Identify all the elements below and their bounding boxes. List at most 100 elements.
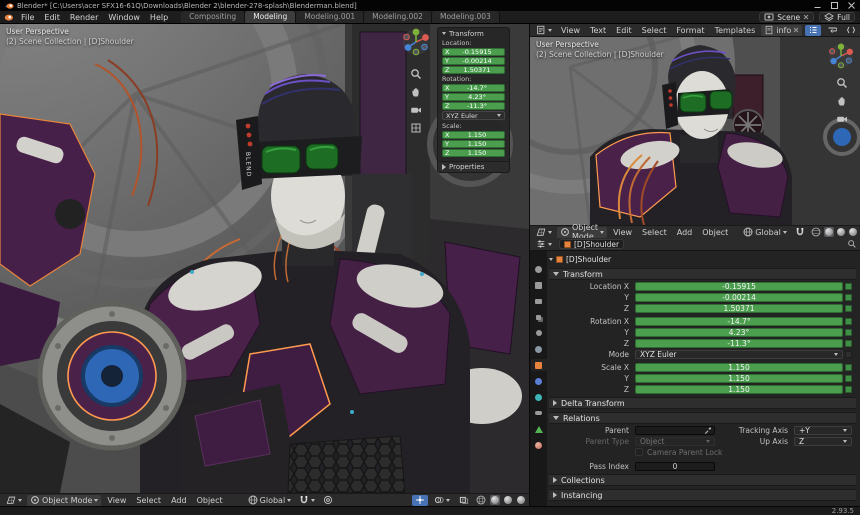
scale-z-slider[interactable]: 1.150	[635, 385, 843, 394]
mode-selector-right[interactable]: Object Mode	[557, 227, 607, 238]
properties-tab-view-layer[interactable]	[531, 311, 547, 323]
text-format-menu[interactable]: Format	[672, 26, 708, 35]
close-button[interactable]	[843, 0, 860, 11]
instancing-panel-header[interactable]: Instancing	[549, 489, 856, 501]
zoom-icon[interactable]	[410, 68, 422, 80]
minimize-button[interactable]	[809, 0, 826, 11]
mode-selector-left[interactable]: Object Mode	[27, 495, 101, 506]
move-view-hand-icon[interactable]	[836, 95, 848, 107]
location-x-slider[interactable]: -0.15915	[635, 282, 843, 291]
properties-tab-object[interactable]	[531, 359, 547, 371]
shading-wireframe[interactable]	[475, 494, 487, 506]
rotation-y-slider[interactable]: 4.23°	[635, 328, 843, 337]
menu-window[interactable]: Window	[103, 13, 145, 22]
view-menu[interactable]: View	[103, 496, 130, 505]
snap-toggle[interactable]	[296, 495, 318, 506]
unlink-scene-icon[interactable]	[803, 14, 809, 20]
properties-search-button[interactable]	[847, 239, 857, 249]
add-menu-right[interactable]: Add	[673, 228, 697, 237]
text-edit-menu[interactable]: Edit	[612, 26, 636, 35]
select-menu[interactable]: Select	[132, 496, 165, 505]
location-x-field[interactable]: X-0.15915	[442, 48, 505, 56]
select-menu-right[interactable]: Select	[638, 228, 671, 237]
move-view-hand-icon[interactable]	[410, 86, 422, 98]
gizmo-toggle[interactable]	[412, 495, 428, 506]
view-menu-right[interactable]: View	[609, 228, 636, 237]
properties-tab-output[interactable]	[531, 295, 547, 307]
text-select-menu[interactable]: Select	[638, 26, 671, 35]
blender-menu-icon[interactable]	[3, 13, 14, 22]
parent-field[interactable]	[635, 426, 715, 435]
workspace-tab-modeling-001[interactable]: Modeling.001	[296, 11, 364, 23]
up-axis-dropdown[interactable]: Z	[794, 437, 852, 446]
keyframe-button[interactable]	[845, 386, 852, 393]
keyframe-button[interactable]	[845, 318, 852, 325]
properties-tab-tool[interactable]	[531, 263, 547, 275]
location-z-field[interactable]: Z1.50371	[442, 66, 505, 74]
transform-orientation-left[interactable]: Global	[245, 495, 295, 506]
editor-type-button-text[interactable]	[533, 25, 555, 36]
xray-toggle[interactable]	[456, 495, 472, 506]
editor-type-button-right[interactable]	[533, 227, 555, 238]
rotation-mode-select[interactable]: XYZ Euler	[442, 111, 505, 120]
rotation-z-slider[interactable]: -11.3°	[635, 339, 843, 348]
rotation-z-field[interactable]: Z-11.3°	[442, 102, 505, 110]
parent-type-dropdown[interactable]: Object	[635, 437, 715, 446]
workspace-tab-modeling[interactable]: Modeling	[245, 11, 296, 23]
location-y-field[interactable]: Y-0.00214	[442, 57, 505, 65]
keyframe-button[interactable]	[845, 351, 852, 358]
editor-type-button[interactable]	[3, 495, 25, 506]
viewport-canvas-right[interactable]	[530, 37, 860, 225]
rotation-x-slider[interactable]: -14.7°	[635, 317, 843, 326]
text-text-menu[interactable]: Text	[586, 26, 610, 35]
shading-rendered-right[interactable]	[848, 227, 858, 237]
workspace-tab-modeling-003[interactable]: Modeling.003	[432, 11, 500, 23]
shading-solid[interactable]	[490, 495, 500, 505]
location-z-slider[interactable]: 1.50371	[635, 304, 843, 313]
word-wrap-toggle[interactable]	[824, 25, 840, 36]
text-templates-menu[interactable]: Templates	[711, 26, 760, 35]
menu-help[interactable]: Help	[145, 13, 173, 22]
rotation-x-field[interactable]: X-14.7°	[442, 84, 505, 92]
transform-panel-header[interactable]: Transform	[549, 268, 856, 280]
navigation-gizmo-right[interactable]	[828, 43, 854, 69]
line-numbers-toggle[interactable]	[805, 25, 821, 36]
view-layer-selector[interactable]: Full	[819, 12, 855, 22]
properties-tab-constraints[interactable]	[531, 407, 547, 419]
rotation-mode-dropdown[interactable]: XYZ Euler	[635, 350, 843, 359]
eyedropper-icon[interactable]	[704, 426, 712, 434]
scale-y-field[interactable]: Y1.150	[442, 140, 505, 148]
add-menu[interactable]: Add	[167, 496, 191, 505]
keyframe-button[interactable]	[845, 340, 852, 347]
text-view-menu[interactable]: View	[557, 26, 584, 35]
menu-file[interactable]: File	[16, 13, 39, 22]
delta-transform-panel-header[interactable]: Delta Transform	[549, 397, 856, 409]
keyframe-button[interactable]	[845, 305, 852, 312]
shading-rendered[interactable]	[516, 495, 526, 505]
location-y-slider[interactable]: -0.00214	[635, 293, 843, 302]
workspace-tab-compositing[interactable]: Compositing	[181, 11, 245, 23]
keyframe-button[interactable]	[845, 375, 852, 382]
keyframe-button[interactable]	[845, 294, 852, 301]
menu-render[interactable]: Render	[65, 13, 103, 22]
properties-tab-material[interactable]	[531, 439, 547, 451]
transform-orientation-right[interactable]: Global	[740, 227, 790, 238]
object-name-row[interactable]: [D]Shoulder	[549, 254, 852, 265]
zoom-icon[interactable]	[836, 77, 848, 89]
shading-material-right[interactable]	[836, 227, 846, 237]
object-menu-right[interactable]: Object	[698, 228, 732, 237]
toggle-ortho-grid-icon[interactable]	[410, 122, 422, 134]
properties-tab-object-data[interactable]	[531, 423, 547, 435]
proportional-editing-toggle[interactable]	[320, 495, 336, 506]
properties-tab-render[interactable]	[531, 279, 547, 291]
editor-type-button-properties[interactable]	[533, 239, 555, 250]
scene-selector[interactable]: Scene	[759, 12, 814, 22]
collections-panel-header[interactable]: Collections	[549, 474, 856, 486]
workspace-tab-modeling-002[interactable]: Modeling.002	[364, 11, 432, 23]
syntax-highlight-toggle[interactable]	[843, 25, 859, 36]
n-panel-transform-header[interactable]: Transform	[438, 28, 509, 39]
maximize-button[interactable]	[826, 0, 843, 11]
object-menu[interactable]: Object	[193, 496, 227, 505]
snap-toggle-right[interactable]	[792, 227, 808, 238]
camera-parent-lock-checkbox[interactable]	[635, 448, 643, 456]
